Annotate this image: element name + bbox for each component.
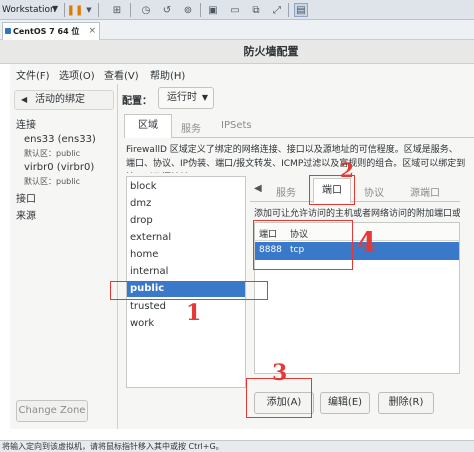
- change-zone-button: Change Zone: [16, 400, 88, 422]
- vm-tab-label: CentOS 7 64 位: [13, 27, 80, 36]
- sub-tab-services[interactable]: 服务: [276, 184, 296, 199]
- connection-zone: 默认区：public: [24, 177, 81, 186]
- vm-tab-centos[interactable]: CentOS 7 64 位 ×: [2, 22, 100, 40]
- zone-description: FirewallD 区域定义了绑定的网络连接、接口以及源地址的可信程度。区域是服…: [126, 145, 466, 169]
- annotation-number-1: 1: [186, 300, 202, 326]
- menu-view[interactable]: 查看(V): [104, 67, 139, 82]
- pause-icon[interactable]: ❚❚: [67, 3, 84, 17]
- interfaces-heading: 接口: [16, 194, 36, 205]
- workstation-menu-dropdown-icon[interactable]: ▼: [52, 4, 58, 13]
- active-bindings-label: 活动的绑定: [35, 94, 85, 105]
- workstation-menu[interactable]: Workstation: [0, 2, 56, 18]
- menu-help[interactable]: 帮助(H): [150, 67, 185, 82]
- configuration-value: 运行时: [167, 92, 197, 103]
- zone-item-dmz[interactable]: dmz: [130, 196, 242, 212]
- unity-icon[interactable]: ⧉: [249, 3, 263, 17]
- connection-name[interactable]: ens33 (ens33): [24, 134, 96, 145]
- toolbar-divider: [98, 3, 99, 17]
- sub-tab-protocols[interactable]: 协议: [364, 184, 384, 199]
- annotation-number-2: 2: [340, 158, 354, 182]
- annotation-number-4: 4: [357, 226, 377, 259]
- connections-heading: 连接: [16, 120, 36, 131]
- snapshot-icon[interactable]: ◷: [139, 3, 153, 17]
- ports-description: 添加可让允许访问的主机或者网络访问的附加端口或者端口范围。: [254, 209, 460, 219]
- window-title: 防火墙配置: [243, 45, 299, 58]
- fit-window-icon[interactable]: ▣: [206, 3, 220, 17]
- toolbar-divider: [130, 3, 131, 17]
- zone-item-internal[interactable]: internal: [130, 264, 242, 280]
- tab-zones[interactable]: 区域: [124, 114, 172, 138]
- sub-tab-source-ports[interactable]: 源端口: [410, 184, 440, 199]
- annotation-box-port-row: [253, 220, 353, 270]
- toolbar-divider: [200, 3, 201, 17]
- stretch-icon[interactable]: ⤢: [270, 3, 284, 17]
- annotation-number-3: 3: [272, 360, 288, 386]
- zone-item-block[interactable]: block: [130, 179, 242, 195]
- collapse-icon: ◀: [21, 95, 28, 104]
- configuration-label: 配置：: [122, 96, 152, 107]
- vmware-status-bar: 将输入定向到该虚拟机，请将鼠标指针移入其中或按 Ctrl+G。: [0, 440, 474, 452]
- connection-name[interactable]: virbr0 (virbr0): [24, 162, 94, 173]
- toolbar-divider: [288, 3, 289, 17]
- window-titlebar: 防火墙配置: [0, 40, 474, 64]
- chevron-down-icon: ▼: [201, 93, 208, 102]
- zone-item-external[interactable]: external: [130, 230, 242, 246]
- console-view-icon[interactable]: ▤: [294, 3, 308, 17]
- active-bindings-toggle[interactable]: ◀ 活动的绑定: [14, 90, 114, 110]
- menu-options[interactable]: 选项(O): [59, 67, 95, 82]
- zone-item-drop[interactable]: drop: [130, 213, 242, 229]
- tab-ipsets[interactable]: IPSets: [221, 120, 252, 131]
- revert-snapshot-icon[interactable]: ↺: [160, 3, 174, 17]
- pause-dropdown-icon[interactable]: ▼: [82, 3, 96, 17]
- close-tab-icon[interactable]: ×: [88, 23, 96, 40]
- network-icon[interactable]: ⊞: [110, 3, 124, 17]
- toolbar-divider: [64, 3, 65, 17]
- scroll-tabs-left-icon[interactable]: ◀: [254, 183, 262, 194]
- manage-snapshots-icon[interactable]: ⊚: [181, 3, 195, 17]
- zone-item-home[interactable]: home: [130, 247, 242, 263]
- vm-icon: [5, 28, 11, 34]
- menu-file[interactable]: 文件(F): [16, 67, 50, 82]
- fullscreen-icon[interactable]: ▭: [228, 3, 242, 17]
- tab-services[interactable]: 服务: [181, 120, 201, 135]
- edit-button[interactable]: 编辑(E): [320, 392, 370, 414]
- sources-heading: 来源: [16, 211, 36, 222]
- connection-zone: 默认区：public: [24, 149, 81, 158]
- delete-button[interactable]: 删除(R): [378, 392, 434, 414]
- annotation-box-zone: [110, 281, 268, 300]
- configuration-select[interactable]: 运行时 ▼: [158, 87, 214, 109]
